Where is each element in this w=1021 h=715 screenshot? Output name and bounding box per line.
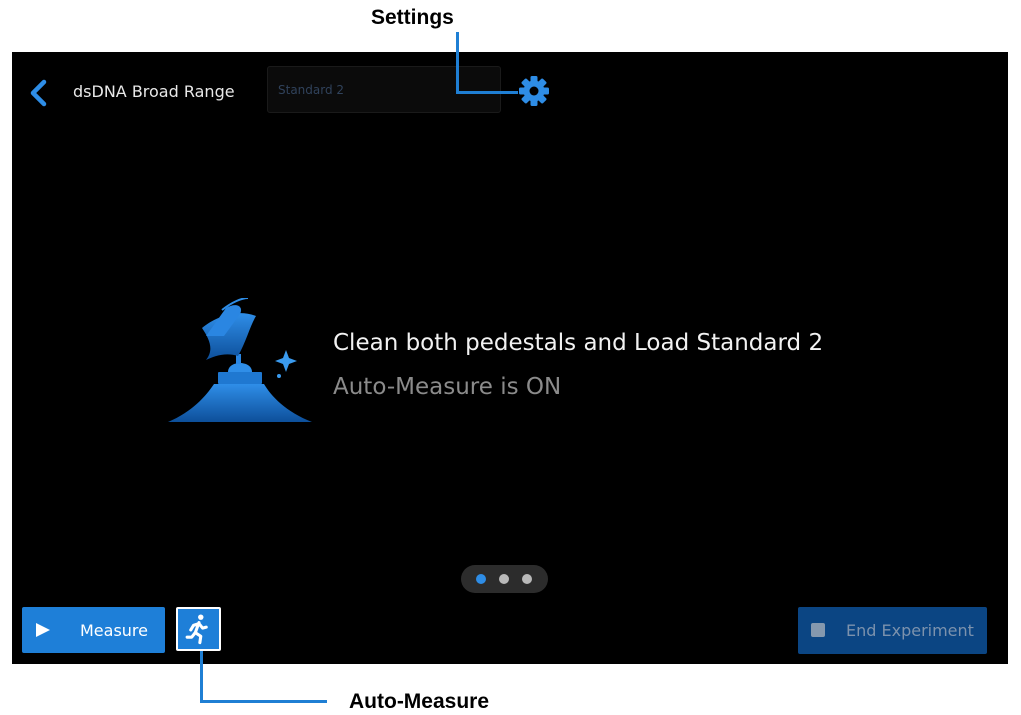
- back-chevron-icon[interactable]: [26, 78, 50, 108]
- page-dot-3[interactable]: [522, 574, 532, 584]
- page-dot-1[interactable]: [476, 574, 486, 584]
- play-icon: [36, 623, 50, 637]
- running-person-icon: [185, 614, 208, 645]
- standard-name-field[interactable]: Standard 2: [267, 66, 501, 113]
- page-dot-2[interactable]: [499, 574, 509, 584]
- instruction-message: Clean both pedestals and Load Standard 2: [333, 330, 824, 356]
- page-indicator[interactable]: [461, 565, 548, 593]
- settings-callout-line: [456, 91, 518, 94]
- settings-callout-label: Settings: [371, 6, 454, 29]
- auto-measure-button[interactable]: [176, 607, 221, 651]
- settings-callout-line: [456, 32, 459, 94]
- measure-button[interactable]: Measure: [22, 607, 165, 653]
- auto-measure-status: Auto-Measure is ON: [333, 374, 562, 400]
- auto-measure-callout-line: [200, 700, 327, 703]
- auto-measure-callout-line: [200, 651, 203, 703]
- pedestal-cleaning-illustration: [168, 298, 312, 422]
- gear-icon[interactable]: [518, 75, 550, 107]
- auto-measure-callout-label: Auto-Measure: [349, 690, 490, 713]
- stop-square-icon: [811, 623, 825, 637]
- end-experiment-button[interactable]: End Experiment: [798, 607, 987, 654]
- measure-label: Measure: [80, 621, 148, 640]
- assay-title: dsDNA Broad Range: [73, 82, 235, 101]
- end-experiment-label: End Experiment: [846, 621, 974, 640]
- instrument-screen: dsDNA Broad Range Standard 2 Clean both …: [12, 52, 1008, 664]
